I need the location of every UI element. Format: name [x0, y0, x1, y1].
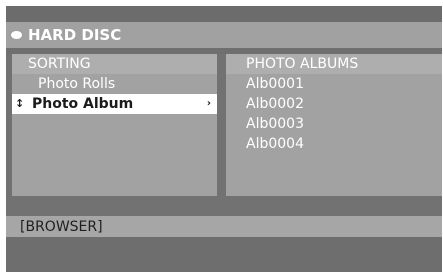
- photo-albums-heading-row: PHOTO ALBUMS: [226, 54, 442, 74]
- up-down-arrows-icon: ↕: [15, 97, 25, 110]
- sorting-item-photo-album[interactable]: ↕ Photo Album ›: [12, 94, 217, 114]
- sorting-item-photo-rolls[interactable]: Photo Rolls: [12, 74, 217, 94]
- album-list-item[interactable]: Alb0004: [226, 134, 442, 154]
- submenu-arrow-icon: ›: [206, 98, 211, 109]
- album-label: Alb0004: [246, 136, 304, 152]
- sorting-item-label: Photo Album: [32, 96, 134, 112]
- album-label: Alb0001: [246, 76, 304, 92]
- album-list-item[interactable]: Alb0002: [226, 94, 442, 114]
- status-text: [BROWSER]: [20, 219, 103, 235]
- title-bar: HARD DISC: [6, 22, 442, 48]
- sorting-heading-row: SORTING: [12, 54, 217, 74]
- status-bar: [BROWSER]: [6, 216, 442, 237]
- hard-disc-menu-screen: HARD DISC SORTING Photo Rolls ↕ Photo Al…: [6, 6, 442, 272]
- bottom-band: [6, 237, 442, 272]
- menu-title: HARD DISC: [28, 26, 122, 44]
- disc-icon: [11, 31, 22, 39]
- photo-albums-panel: PHOTO ALBUMS Alb0001 Alb0002 Alb0003 Alb…: [226, 54, 442, 196]
- top-band: [6, 6, 442, 22]
- sorting-panel: SORTING Photo Rolls ↕ Photo Album ›: [12, 54, 217, 196]
- status-gap-band: [6, 196, 442, 216]
- photo-albums-heading: PHOTO ALBUMS: [246, 56, 359, 72]
- sorting-heading: SORTING: [28, 56, 91, 72]
- album-list-item[interactable]: Alb0001: [226, 74, 442, 94]
- album-label: Alb0002: [246, 96, 304, 112]
- album-list-item[interactable]: Alb0003: [226, 114, 442, 134]
- sorting-item-label: Photo Rolls: [38, 76, 116, 92]
- album-label: Alb0003: [246, 116, 304, 132]
